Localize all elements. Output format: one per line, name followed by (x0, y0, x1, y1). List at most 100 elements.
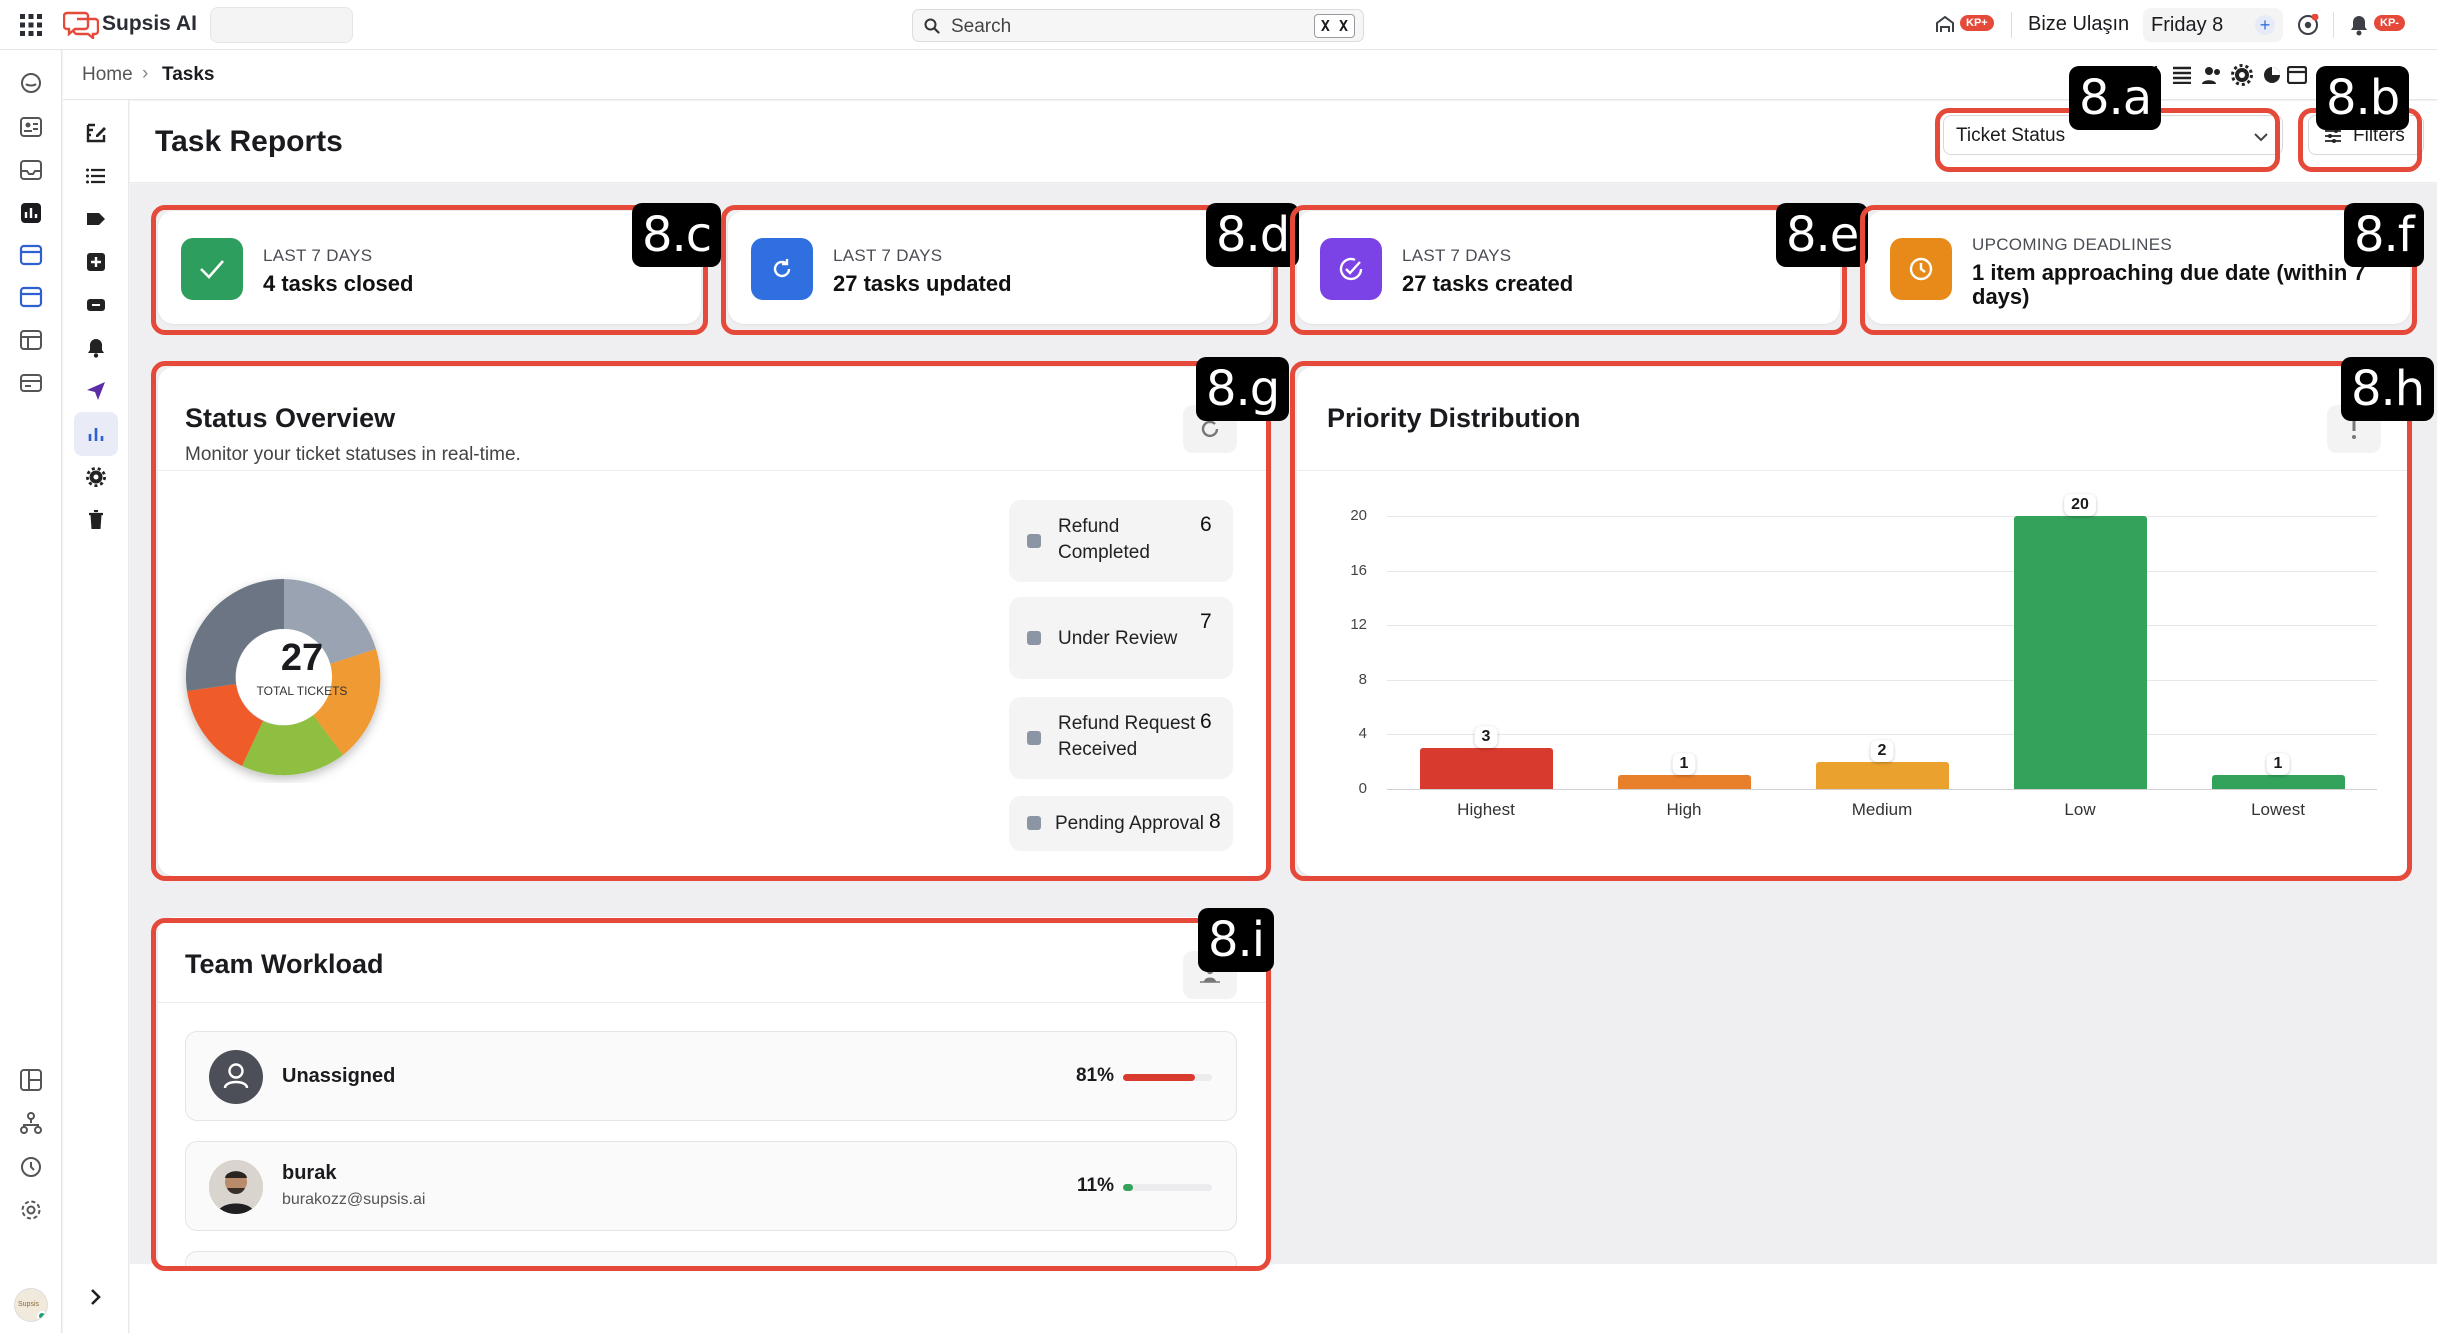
calendar-icon[interactable] (16, 282, 46, 312)
bar-low[interactable] (2013, 516, 2147, 789)
clock-icon (1890, 238, 1952, 300)
workload-progress-fill (1123, 1074, 1196, 1081)
history-icon[interactable] (16, 1152, 46, 1182)
workload-percent: 11% (1077, 1175, 1114, 1196)
workload-progress-track (1123, 1184, 1212, 1191)
help-icon[interactable] (2295, 12, 2321, 38)
main-sidebar: Supsis (0, 50, 62, 1333)
status-overview-title: Status Overview (185, 403, 396, 433)
breadcrumb-home[interactable]: Home (82, 64, 133, 86)
alert-bell-icon[interactable] (82, 334, 110, 362)
stat-value-line2: days) (1972, 284, 2030, 309)
topbar-divider (2011, 12, 2012, 38)
stat-card-deadlines: UPCOMING DEADLINES 1 item approaching du… (1867, 211, 2410, 324)
legend-label: Under Review (1058, 628, 1178, 649)
annotation-label-8c: 8.c (632, 203, 722, 267)
notification-badge: KP- (2374, 15, 2405, 31)
task-reports-nav-icon[interactable] (82, 420, 110, 448)
stat-card-updated: LAST 7 DAYS 27 tasks updated (728, 211, 1271, 324)
status-badge: KP+ (1960, 15, 1994, 31)
inbox-icon[interactable] (16, 155, 46, 185)
stat-kicker: LAST 7 DAYS (263, 246, 373, 265)
donut-total: 27 (280, 637, 324, 679)
stat-value: 4 tasks closed (263, 271, 414, 296)
bar-medium[interactable] (1815, 761, 1949, 789)
plus-icon[interactable]: + (2255, 15, 2275, 35)
contact-link[interactable]: Bize Ulaşın (2028, 13, 2129, 36)
window-icon[interactable] (2285, 63, 2309, 87)
stat-card-created: LAST 7 DAYS 27 tasks created (1297, 211, 1840, 324)
workload-name: burak (282, 1162, 337, 1184)
stat-card-closed: LAST 7 DAYS 4 tasks closed (158, 211, 701, 324)
settings-icon[interactable] (16, 1195, 46, 1225)
legend-label: Refund Request (1058, 713, 1196, 734)
chat-icon[interactable] (16, 68, 46, 98)
reports-icon[interactable] (16, 198, 46, 228)
grid-line (1387, 625, 2377, 627)
legend-swatch (1027, 631, 1041, 645)
annotation-label-8e: 8.e (1776, 203, 1869, 267)
card-icon[interactable] (16, 368, 46, 398)
stat-kicker: LAST 7 DAYS (1402, 246, 1512, 265)
search-box[interactable]: Search X X (912, 9, 1364, 42)
legend-label: Received (1058, 739, 1138, 760)
contacts-icon[interactable] (16, 112, 46, 142)
cog-icon[interactable] (82, 463, 110, 491)
workload-email: burakozz@supsis.ai (282, 1191, 426, 1208)
chevron-right-icon[interactable] (82, 1283, 110, 1311)
bell-icon[interactable] (2346, 12, 2372, 38)
annotation-label-8g: 8.g (1196, 357, 1290, 421)
panel-icon[interactable] (16, 1065, 46, 1095)
search-input[interactable]: Search (951, 16, 1011, 38)
priority-bar-chart: 0 4 8 12 16 20 3 Highest 1 High 2 Medium 20 Low 1 Lowes… (1297, 367, 2410, 876)
apps-grid-icon[interactable] (18, 12, 44, 38)
module-sidebar (63, 100, 129, 1333)
search-icon (923, 17, 941, 35)
stat-value: 27 tasks updated (833, 271, 1012, 296)
table-icon[interactable] (16, 325, 46, 355)
bar-high[interactable] (1617, 775, 1751, 789)
workload-row[interactable]: Unassigned 81% (185, 1031, 1237, 1121)
stat-value-line1: 1 item approaching due date (within 7 (1972, 260, 2366, 285)
edit-task-icon[interactable] (82, 119, 110, 147)
list-icon[interactable] (82, 162, 110, 190)
team-workload-card: Team Workload Unassigned 81% burak burak… (158, 917, 1271, 1267)
bar-value-label: 1 (1672, 753, 1696, 776)
y-tick-label: 20 (1350, 507, 1367, 524)
add-box-icon[interactable] (82, 248, 110, 276)
check-icon (181, 238, 243, 300)
supsis-logo-icon (62, 10, 100, 40)
grid-line (1387, 516, 2377, 517)
bar-lowest[interactable] (2211, 775, 2345, 789)
avatar-label: Supsis (18, 1301, 40, 1308)
gear-icon[interactable] (2230, 63, 2254, 87)
network-icon[interactable] (1932, 12, 1958, 38)
trash-icon[interactable] (82, 506, 110, 534)
breadcrumb-separator: › (142, 63, 149, 84)
x-tick-label: Medium (1851, 800, 1913, 819)
tasks-board-icon[interactable] (16, 240, 46, 270)
list-view-icon[interactable] (2170, 63, 2194, 87)
workspace-selector[interactable] (210, 7, 353, 43)
user-avatar (209, 1160, 263, 1214)
user-avatar[interactable]: Supsis (14, 1288, 48, 1322)
legend-item[interactable]: Refund Request Received 6 (1009, 697, 1233, 779)
legend-item[interactable]: Under Review 7 (1009, 597, 1233, 679)
legend-item[interactable]: Pending Approval 8 (1009, 796, 1233, 851)
priority-distribution-card: Priority Distribution 0 4 8 12 16 20 3 Highest 1… (1297, 367, 2410, 876)
workload-row[interactable]: burak burakozz@supsis.ai 11% (185, 1141, 1237, 1231)
bar-highest[interactable] (1419, 748, 1553, 789)
date-pill[interactable]: Friday 8 + (2143, 8, 2283, 42)
pie-icon[interactable] (2260, 63, 2284, 87)
y-tick-label: 16 (1350, 561, 1367, 579)
legend-item[interactable]: Refund Completed 6 (1009, 500, 1233, 582)
annotation-label-8i: 8.i (1198, 908, 1275, 972)
ticket-icon[interactable] (82, 291, 110, 319)
users-icon[interactable] (2200, 63, 2224, 87)
breadcrumb-current: Tasks (162, 64, 215, 85)
y-tick-label: 8 (1358, 670, 1367, 688)
send-icon[interactable] (82, 377, 110, 405)
workload-name: Unassigned (282, 1065, 396, 1087)
org-chart-icon[interactable] (16, 1108, 46, 1138)
tag-icon[interactable] (82, 205, 110, 233)
